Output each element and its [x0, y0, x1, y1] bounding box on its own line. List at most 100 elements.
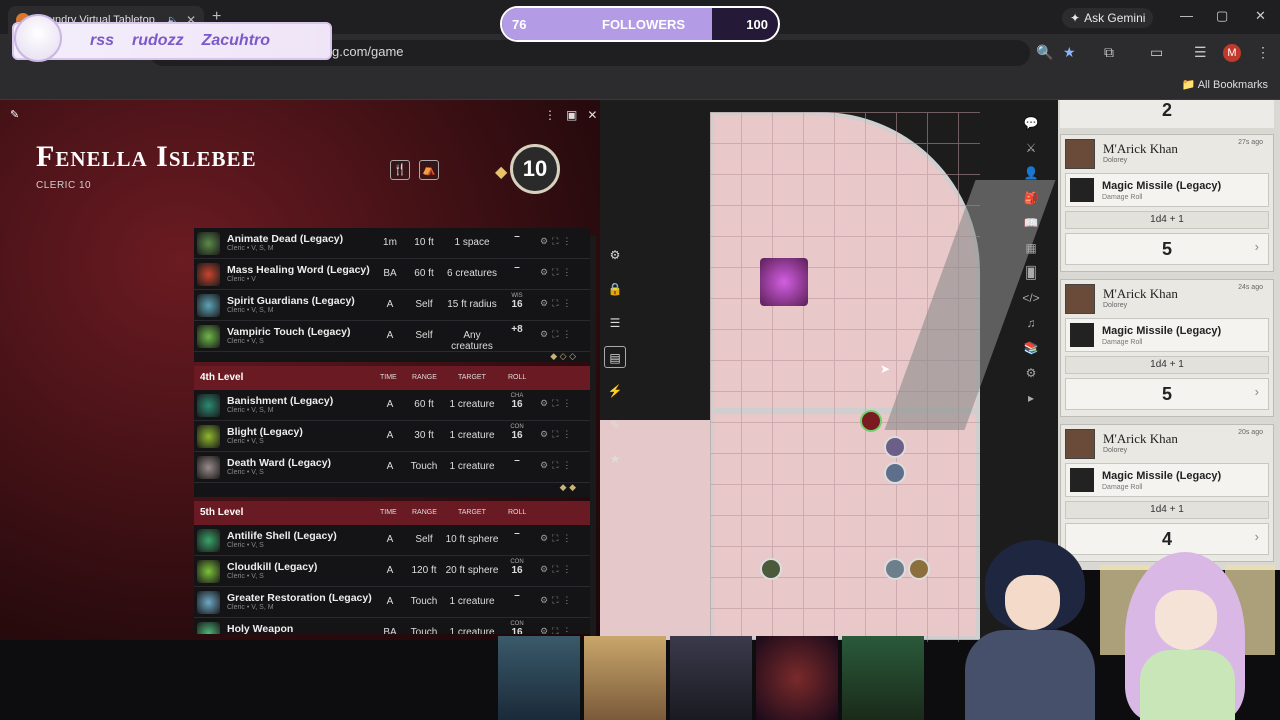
- all-bookmarks-link[interactable]: 📁 All Bookmarks: [1182, 78, 1268, 91]
- star-icon[interactable]: ★: [604, 448, 626, 470]
- chat-roll-card[interactable]: M'Arick Khan Dolorey 24s ago Magic Missile …: [1060, 279, 1274, 417]
- spell-row-actions[interactable]: ⚙⛶⋮: [540, 298, 575, 309]
- sheet-token-icon[interactable]: ▣: [566, 108, 577, 122]
- spell-roll[interactable]: –: [506, 455, 528, 466]
- rest-short-button[interactable]: 🍴: [390, 160, 410, 180]
- sheet-close-icon[interactable]: ✕: [587, 108, 597, 122]
- items-tab-icon[interactable]: 🎒: [1024, 191, 1039, 205]
- minimize-icon[interactable]: —: [1180, 8, 1193, 23]
- spell-roll[interactable]: +8: [506, 324, 528, 335]
- inspiration-icon[interactable]: ◆: [495, 162, 507, 182]
- menu-list-icon[interactable]: ☰: [1194, 44, 1207, 61]
- spell-roll[interactable]: WIS 16: [506, 293, 528, 310]
- extensions-icon[interactable]: ⧉: [1104, 44, 1114, 61]
- spell-row[interactable]: Banishment (Legacy) Cleric • V, S, M A 60 f…: [194, 390, 590, 421]
- spell-roll[interactable]: CHA 16: [506, 393, 528, 410]
- spell-row-actions[interactable]: ⚙⛶⋮: [540, 398, 575, 409]
- enemy-token[interactable]: [860, 410, 882, 432]
- spell-row[interactable]: Animate Dead (Legacy) Cleric • V, S, M 1m 1…: [194, 228, 590, 259]
- spell-icon[interactable]: [197, 560, 220, 583]
- cast-icon[interactable]: ▭: [1150, 44, 1163, 61]
- spell-icon[interactable]: [197, 325, 220, 348]
- expand-chevron-icon[interactable]: ›: [1255, 384, 1259, 399]
- close-window-icon[interactable]: ✕: [1255, 8, 1266, 24]
- spell-row-actions[interactable]: ⚙⛶⋮: [540, 595, 575, 606]
- spell-row-actions[interactable]: ⚙⛶⋮: [540, 329, 575, 340]
- spell-row-actions[interactable]: ⚙⛶⋮: [540, 429, 575, 440]
- spell-roll[interactable]: CON 16: [506, 559, 528, 576]
- sheet-mode-icon[interactable]: ✎: [10, 108, 19, 121]
- spell-row[interactable]: Blight (Legacy) Cleric • V, S A 30 ft 1 crea…: [194, 421, 590, 452]
- roll-total[interactable]: 5: [1065, 233, 1269, 265]
- spell-row[interactable]: Mass Healing Word (Legacy) Cleric • V BA 60…: [194, 259, 590, 290]
- bookmark-star-icon[interactable]: ★: [1063, 44, 1076, 61]
- spell-row[interactable]: Greater Restoration (Legacy) Cleric • V, …: [194, 587, 590, 618]
- list-icon[interactable]: ☰: [604, 312, 626, 334]
- profile-avatar[interactable]: M: [1223, 44, 1241, 62]
- spell-row-actions[interactable]: ⚙⛶⋮: [540, 626, 575, 634]
- portal-tile[interactable]: [760, 258, 808, 306]
- spell-roll[interactable]: –: [506, 262, 528, 273]
- spell-row[interactable]: Holy WeaponCleric • V, SBATouch1 creatur…: [194, 618, 590, 634]
- sheet-menu-icon[interactable]: ⋮: [544, 108, 556, 122]
- journal-tab-icon[interactable]: 📖: [1024, 216, 1039, 230]
- spell-roll[interactable]: –: [506, 590, 528, 601]
- chat-tab-icon[interactable]: 💬: [1024, 116, 1039, 130]
- compendium-tab-icon[interactable]: 📚: [1024, 341, 1039, 355]
- player-token[interactable]: [908, 558, 930, 580]
- expand-chevron-icon[interactable]: ›: [1255, 239, 1259, 254]
- spell-roll[interactable]: CON 16: [506, 424, 528, 441]
- actors-tab-icon[interactable]: 👤: [1024, 166, 1039, 180]
- lightning-icon[interactable]: ⚡: [604, 380, 626, 402]
- expand-chevron-icon[interactable]: ›: [1255, 529, 1259, 544]
- lock-icon[interactable]: 🔒: [604, 278, 626, 300]
- player-token[interactable]: [760, 558, 782, 580]
- spell-row-actions[interactable]: ⚙⛶⋮: [540, 460, 575, 471]
- slot-pips-icon[interactable]: ◆ ◆: [560, 482, 576, 493]
- spell-icon[interactable]: [197, 591, 220, 614]
- player-token[interactable]: [884, 436, 906, 458]
- spell-roll[interactable]: CON 16: [506, 621, 528, 634]
- spell-row-actions[interactable]: ⚙⛶⋮: [540, 533, 575, 544]
- spell-row-actions[interactable]: ⚙⛶⋮: [540, 267, 575, 278]
- settings-tab-icon[interactable]: ⚙: [1026, 366, 1037, 380]
- tables-tab-icon[interactable]: ▦: [1025, 241, 1036, 255]
- cards-tab-icon[interactable]: 🂠: [1025, 266, 1037, 280]
- spell-row[interactable]: Antilife Shell (Legacy) Cleric • V, S A Sel…: [194, 525, 590, 556]
- spell-icon[interactable]: [197, 394, 220, 417]
- spell-icon[interactable]: [197, 622, 220, 634]
- spell-row[interactable]: Spirit Guardians (Legacy) Cleric • V, S, …: [194, 290, 590, 321]
- player-token[interactable]: [884, 558, 906, 580]
- settings-gear-icon[interactable]: ⚙: [604, 244, 626, 266]
- spell-icon[interactable]: [197, 232, 220, 255]
- player-token[interactable]: [884, 462, 906, 484]
- journal-icon[interactable]: ▤: [604, 346, 626, 368]
- spell-icon[interactable]: [197, 294, 220, 317]
- roll-total[interactable]: 5: [1065, 378, 1269, 410]
- spell-roll[interactable]: –: [506, 231, 528, 242]
- spell-icon[interactable]: [197, 456, 220, 479]
- spell-row[interactable]: Death Ward (Legacy) Cleric • V, S A Touch 1 …: [194, 452, 590, 483]
- spell-icon[interactable]: [197, 263, 220, 286]
- spell-row[interactable]: Cloudkill (Legacy) Cleric • V, S A 120 ft 20…: [194, 556, 590, 587]
- spell-icon[interactable]: [197, 529, 220, 552]
- spell-list-scrollbar[interactable]: [590, 236, 596, 636]
- macros-tab-icon[interactable]: </>: [1022, 291, 1039, 305]
- spell-row[interactable]: Vampiric Touch (Legacy) Cleric • V, S A Sel…: [194, 321, 590, 352]
- spell-roll[interactable]: –: [506, 528, 528, 539]
- ask-gemini-button[interactable]: ✦ Ask Gemini: [1062, 8, 1154, 28]
- brush-icon[interactable]: ✎: [604, 414, 626, 436]
- slot-pips-icon[interactable]: ◆ ◇ ◇: [550, 351, 576, 362]
- roll-total[interactable]: 4: [1065, 523, 1269, 555]
- kebab-menu-icon[interactable]: ⋮: [1256, 44, 1270, 61]
- rest-long-button[interactable]: ⛺: [419, 160, 439, 180]
- spell-icon[interactable]: [197, 425, 220, 448]
- zoom-icon[interactable]: 🔍: [1036, 44, 1053, 61]
- chat-roll-card[interactable]: M'Arick Khan Dolorey 27s ago Magic Missile …: [1060, 134, 1274, 272]
- spell-row-actions[interactable]: ⚙⛶⋮: [540, 564, 575, 575]
- chat-roll-card[interactable]: M'Arick Khan Dolorey 20s ago Magic Missile …: [1060, 424, 1274, 562]
- collapse-sidebar-icon[interactable]: ▸: [1028, 391, 1034, 405]
- maximize-icon[interactable]: ▢: [1216, 8, 1228, 24]
- spell-row-actions[interactable]: ⚙⛶⋮: [540, 236, 575, 247]
- playlists-tab-icon[interactable]: ♫: [1027, 316, 1036, 330]
